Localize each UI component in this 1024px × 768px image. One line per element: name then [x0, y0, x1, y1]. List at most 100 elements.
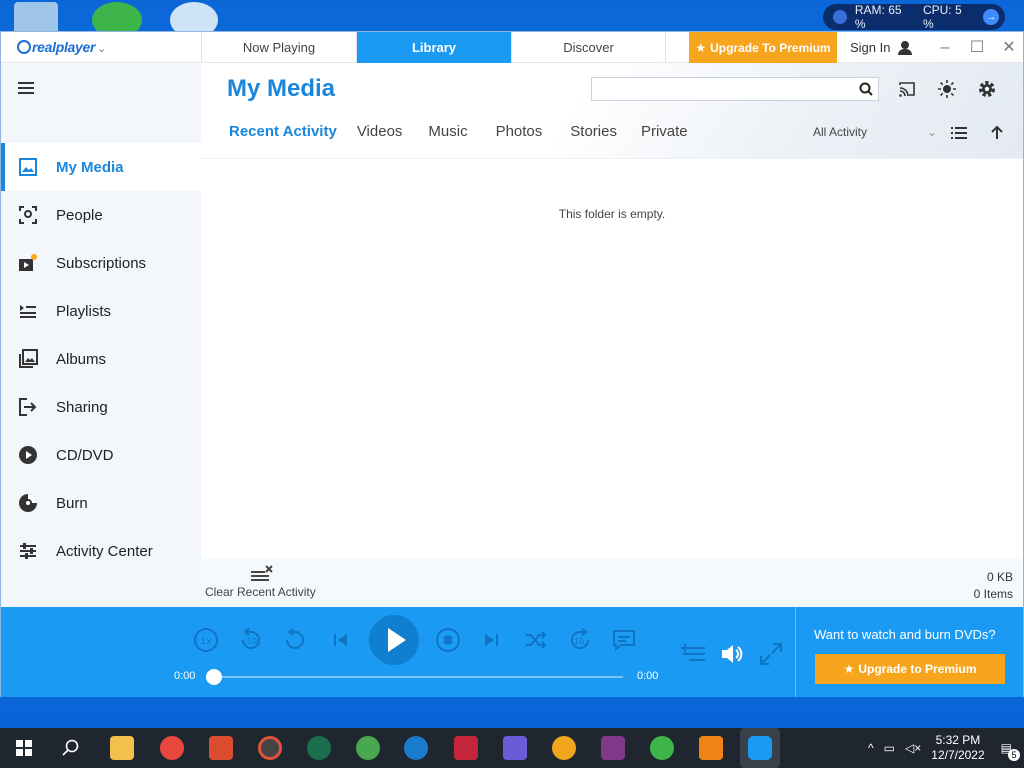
ram-usage: RAM: 65 %: [854, 3, 902, 31]
vlc-icon[interactable]: [699, 736, 723, 760]
close-icon[interactable]: ✕: [999, 38, 1019, 58]
empty-folder-message: This folder is empty.: [558, 207, 666, 221]
search-input[interactable]: [591, 77, 879, 101]
library-stats: 0 KB 0 Items: [974, 569, 1013, 603]
volume-muted-icon[interactable]: ◁×: [905, 741, 921, 755]
list-view-icon[interactable]: [949, 123, 969, 143]
sidebar: My Media People Subscriptions Playlists …: [1, 63, 201, 607]
rewind-10-icon[interactable]: 10: [238, 627, 264, 653]
tab-library[interactable]: Library: [356, 32, 511, 63]
arrow-up-icon[interactable]: [987, 123, 1007, 143]
windows-start-icon[interactable]: [16, 740, 32, 756]
clock[interactable]: 5:32 PM 12/7/2022: [931, 733, 984, 763]
app-icon[interactable]: [307, 736, 331, 760]
sidebar-item-activity-center[interactable]: Activity Center: [1, 527, 201, 575]
system-tray: ^ ▭ ◁× 5:32 PM 12/7/2022 ▤ 5: [868, 728, 1020, 768]
upgrade-premium-button[interactable]: ★ Upgrade To Premium: [689, 32, 837, 63]
tab-now-playing[interactable]: Now Playing: [201, 32, 356, 63]
subtitles-icon[interactable]: [611, 627, 637, 653]
svg-text:10: 10: [247, 637, 257, 646]
sidebar-item-cd-dvd[interactable]: CD/DVD: [1, 431, 201, 479]
rocket-icon: [833, 10, 847, 24]
sidebar-item-playlists[interactable]: Playlists: [1, 287, 201, 335]
sidebar-item-burn[interactable]: Burn: [1, 479, 201, 527]
star-icon: ★: [843, 662, 855, 676]
next-track-icon[interactable]: [479, 627, 505, 653]
previous-track-icon[interactable]: [327, 627, 353, 653]
logo-ring-icon: [17, 40, 31, 54]
utorrent-icon[interactable]: [650, 736, 674, 760]
repeat-icon[interactable]: [282, 627, 308, 653]
app-icon[interactable]: [356, 736, 380, 760]
app-icon[interactable]: [404, 736, 428, 760]
sidebar-item-sharing[interactable]: Sharing: [1, 383, 201, 431]
file-explorer-icon[interactable]: [110, 736, 134, 760]
subscriptions-icon: [19, 254, 37, 271]
realplayer-icon: [748, 736, 772, 760]
main-tabs: Now Playing Library Discover: [201, 32, 666, 63]
upgrade-premium-promo-button[interactable]: ★ Upgrade to Premium: [815, 654, 1005, 684]
sidebar-item-people[interactable]: People: [1, 191, 201, 239]
sidebar-item-my-media[interactable]: My Media: [1, 143, 201, 191]
chevron-up-icon[interactable]: ^: [868, 741, 874, 755]
subtab-private[interactable]: Private: [641, 123, 688, 140]
sidebar-item-subscriptions[interactable]: Subscriptions: [1, 239, 201, 287]
chrome-icon[interactable]: [160, 736, 184, 760]
cast-icon[interactable]: [897, 79, 917, 99]
system-monitor-widget[interactable]: RAM: 65 % CPU: 5 % →: [823, 3, 1005, 31]
seek-handle[interactable]: [206, 669, 222, 685]
clear-recent-activity-button[interactable]: Clear Recent Activity: [205, 565, 316, 599]
subtab-photos[interactable]: Photos: [496, 123, 543, 140]
svg-text:10: 10: [574, 637, 584, 646]
search-icon[interactable]: [62, 739, 80, 757]
content-header: My Media Recent Activity Videos Music Ph…: [201, 63, 1023, 159]
tab-discover[interactable]: Discover: [511, 32, 666, 63]
app-icon[interactable]: [258, 736, 282, 760]
album-icon: [19, 349, 38, 368]
burn-icon: [19, 494, 37, 512]
subtab-music[interactable]: Music: [428, 123, 467, 140]
sidebar-nav: My Media People Subscriptions Playlists …: [1, 143, 201, 575]
app-icon[interactable]: [209, 736, 233, 760]
item-count: 0 Items: [973, 587, 1013, 601]
gear-icon[interactable]: [977, 79, 997, 99]
image-icon: [19, 158, 37, 176]
sliders-icon: [20, 543, 36, 559]
network-icon[interactable]: ▭: [884, 741, 895, 755]
star-icon: ★: [695, 40, 707, 55]
notification-icon[interactable]: ▤ 5: [995, 741, 1020, 761]
winrar-icon[interactable]: [601, 736, 625, 760]
stop-icon[interactable]: [435, 627, 461, 653]
dvd-promo: Want to watch and burn DVDs? ★ Upgrade to…: [795, 607, 1023, 697]
hamburger-menu-icon[interactable]: [18, 82, 34, 94]
title-bar: realplayer ⌄ Now Playing Library Discover…: [1, 32, 1023, 63]
svg-text:1x: 1x: [200, 637, 212, 647]
shuffle-icon[interactable]: [523, 627, 549, 653]
search-icon[interactable]: [859, 82, 873, 96]
seek-bar[interactable]: [213, 676, 623, 678]
subtab-stories[interactable]: Stories: [570, 123, 617, 140]
brightness-icon[interactable]: [937, 79, 957, 99]
queue-icon[interactable]: [681, 641, 707, 667]
minimize-icon[interactable]: –: [935, 38, 955, 58]
realplayer-taskbar-item[interactable]: [740, 728, 780, 768]
arrow-right-icon[interactable]: →: [983, 9, 999, 25]
app-icon[interactable]: [552, 736, 576, 760]
fullscreen-icon[interactable]: [758, 641, 784, 667]
volume-icon[interactable]: [719, 641, 745, 667]
subtab-videos[interactable]: Videos: [357, 123, 403, 140]
subtab-recent-activity[interactable]: Recent Activity: [229, 123, 337, 140]
player-bar: 1x 10 10 0:00 0:00 Want to watch and bur…: [1, 607, 1023, 697]
realplayer-logo[interactable]: realplayer ⌄: [17, 39, 106, 55]
play-button[interactable]: [369, 615, 419, 665]
sign-in-button[interactable]: Sign In: [850, 40, 913, 55]
app-icon[interactable]: [503, 736, 527, 760]
recorder-icon[interactable]: [454, 736, 478, 760]
forward-10-icon[interactable]: 10: [567, 627, 593, 653]
maximize-icon[interactable]: ☐: [967, 38, 987, 58]
activity-filter-dropdown[interactable]: All Activity ⌄: [813, 125, 937, 139]
promo-text: Want to watch and burn DVDs?: [814, 627, 996, 642]
page-title: My Media: [227, 75, 336, 102]
sidebar-item-albums[interactable]: Albums: [1, 335, 201, 383]
speed-icon[interactable]: 1x: [193, 627, 219, 653]
